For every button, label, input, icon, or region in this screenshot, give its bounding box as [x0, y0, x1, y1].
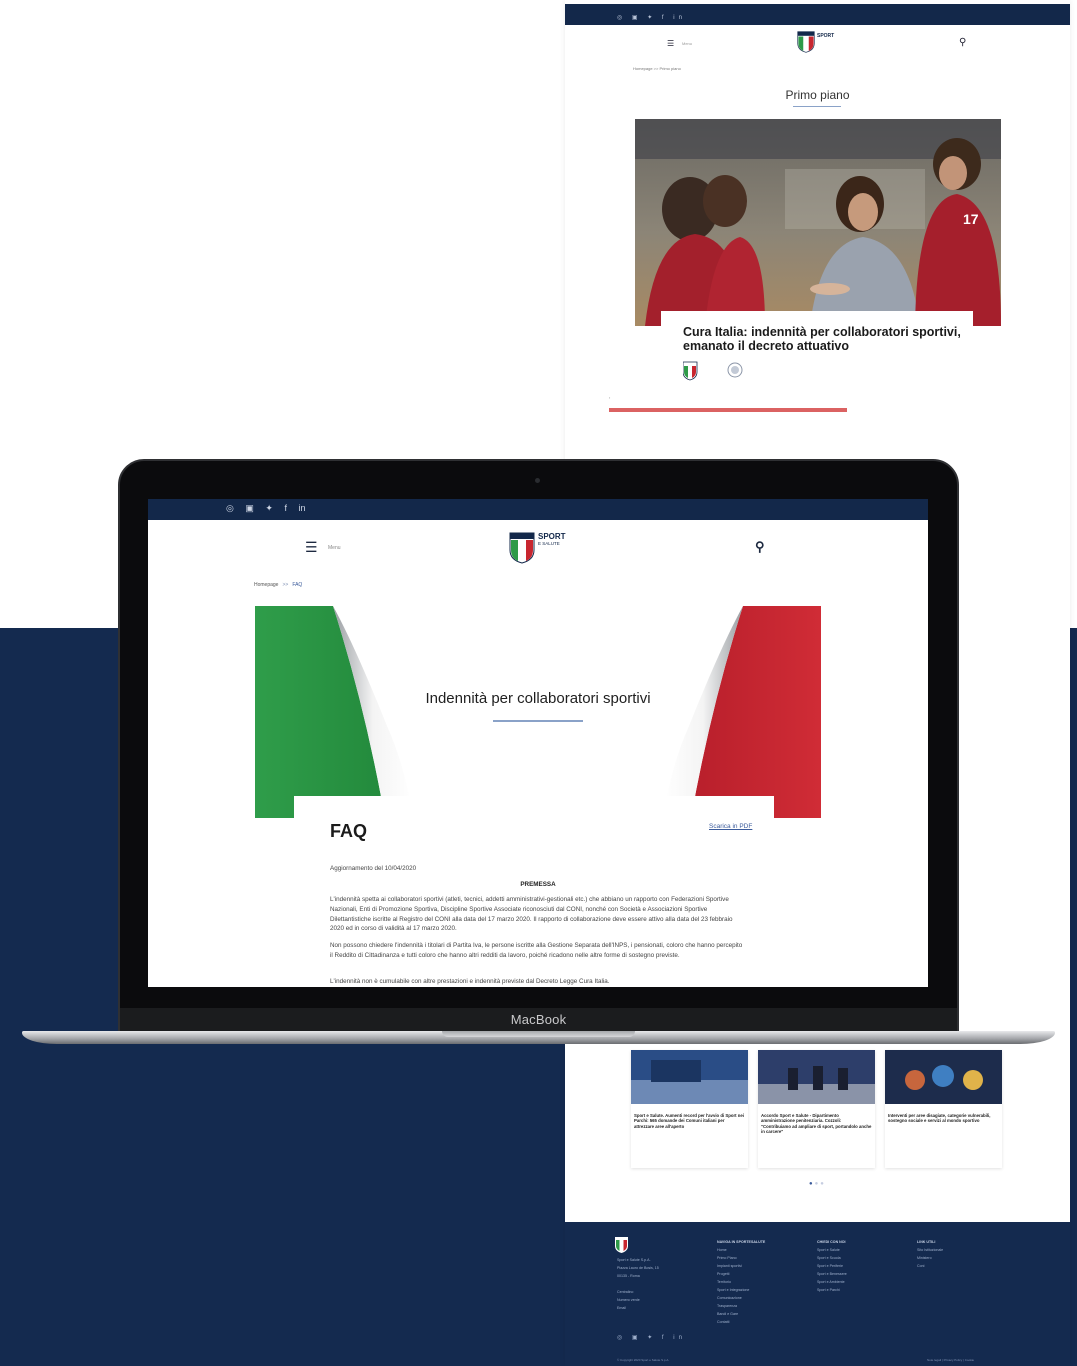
back-logo-text: SPORT: [817, 33, 835, 39]
article-title[interactable]: Cura Italia: indennità per collaboratori…: [683, 325, 963, 353]
back-article-red-text: [609, 408, 949, 412]
menu-label[interactable]: Menu: [328, 545, 341, 551]
news-cards-row: Sport e Salute. Aumenti record per l'avv…: [631, 1050, 1006, 1170]
article-card[interactable]: Cura Italia: indennità per collaboratori…: [661, 311, 973, 471]
news-card[interactable]: Accordo Sport e Salute - Dipartimento am…: [758, 1050, 875, 1168]
hero-title: Indennità per collaboratori sportivi: [425, 690, 651, 707]
footer-logo-icon: [615, 1237, 628, 1253]
logo-text: SPORT: [538, 532, 566, 541]
footer-col-1: Sport e Salute S.p.A. Piazza Lauro de Bo…: [617, 1258, 659, 1310]
menu-icon[interactable]: ☰: [305, 540, 318, 554]
footer-col-3: CHIEDI CON NOI Sport e Salute Sport e Sc…: [817, 1240, 847, 1292]
search-icon[interactable]: ⚲: [755, 539, 765, 555]
laptop-notch: [442, 1031, 635, 1037]
site-header: ☰ Menu SPORT E SALUTE ⚲: [148, 520, 928, 578]
news-card-title[interactable]: Sport e Salute. Aumenti record per l'avv…: [631, 1109, 748, 1129]
news-card[interactable]: Sport e Salute. Aumenti record per l'avv…: [631, 1050, 748, 1168]
article-photo: 17: [635, 119, 1001, 326]
laptop-screen: ◎ ▣ ✦ f in ☰ Menu SPORT E SALUTE ⚲ Homep…: [148, 499, 928, 987]
facebook-icon[interactable]: f: [284, 503, 287, 513]
back-breadcrumb[interactable]: Homepage >> Primo piano: [633, 66, 681, 71]
news-card-title[interactable]: Interventi per aree disagiate, categorie…: [885, 1109, 1002, 1124]
back-title-underline: [793, 106, 841, 107]
back-section-title: Primo piano: [785, 88, 850, 102]
footer-col-4: LINK UTILI Sito Istituzionale Ministero …: [917, 1240, 944, 1268]
footer-copyright: © Copyright 2020 Sport e Salute S.p.A.: [617, 1358, 670, 1362]
paragraph: L'indennità spetta ai collaboratori spor…: [330, 896, 733, 933]
laptop-brand-label: MacBook: [510, 1012, 567, 1027]
news-card-title[interactable]: Accordo Sport e Salute - Dipartimento am…: [758, 1109, 875, 1134]
back-search-icon[interactable]: ⚲: [959, 37, 966, 48]
back-footer: Sport e Salute S.p.A. Piazza Lauro de Bo…: [565, 1222, 1070, 1366]
back-menu-icon[interactable]: ☰: [667, 39, 674, 48]
footer-social-icons[interactable]: ◎ ▣ ✦ f in: [617, 1334, 686, 1341]
news-card[interactable]: Interventi per aree disagiate, categorie…: [885, 1050, 1002, 1168]
footer-col-2: NAVIGA IN SPORTESALUTE Home Primo Piano …: [717, 1240, 766, 1324]
back-logo-shield-icon[interactable]: [797, 31, 815, 53]
update-date: Aggiornamento del 10/04/2020: [330, 865, 417, 872]
news-card-image: [885, 1050, 1002, 1104]
news-card-image: [758, 1050, 875, 1104]
article-logos: [682, 361, 753, 386]
premessa-heading: PREMESSA: [520, 881, 556, 888]
news-card-image: [631, 1050, 748, 1104]
hero-flag-banner: [255, 606, 821, 818]
logo-shield-icon[interactable]: [509, 532, 535, 564]
back-topbar: ◎ ▣ ✦ f in: [565, 4, 1070, 25]
instagram-icon[interactable]: ◎: [226, 503, 234, 513]
faq-heading: FAQ: [330, 821, 368, 841]
back-header: ☰ Menu SPORT ⚲: [565, 25, 1070, 65]
back-menu-label[interactable]: Menu: [682, 41, 692, 46]
paragraph: L'indennità non è cumulabile con altre p…: [330, 978, 610, 985]
breadcrumb-current: FAQ: [292, 582, 303, 588]
download-pdf-link[interactable]: Scarica in PDF: [709, 823, 752, 830]
laptop-camera: [535, 478, 540, 483]
carousel-dots[interactable]: ●●●: [809, 1181, 826, 1187]
breadcrumb-home[interactable]: Homepage: [254, 582, 278, 588]
back-article-meta: ▪: [609, 396, 611, 400]
paragraph: Non possono chiedere l'indennità i titol…: [330, 942, 743, 959]
twitter-icon[interactable]: ✦: [265, 503, 273, 513]
footer-links[interactable]: Note legali | Privacy Policy | Cookie: [927, 1358, 974, 1362]
breadcrumb-separator: >>: [282, 582, 289, 588]
linkedin-icon[interactable]: in: [299, 503, 306, 513]
topbar: ◎ ▣ ✦ f in: [148, 499, 928, 520]
social-icons: ◎ ▣ ✦ f in: [226, 503, 315, 514]
logo-subtext: E SALUTE: [538, 541, 560, 546]
svg-text:17: 17: [963, 211, 979, 227]
hero-title-underline: [493, 720, 583, 722]
back-social-icons: ◎ ▣ ✦ f in: [617, 15, 686, 21]
youtube-icon[interactable]: ▣: [245, 503, 254, 513]
breadcrumb: Homepage >> FAQ: [254, 582, 302, 588]
